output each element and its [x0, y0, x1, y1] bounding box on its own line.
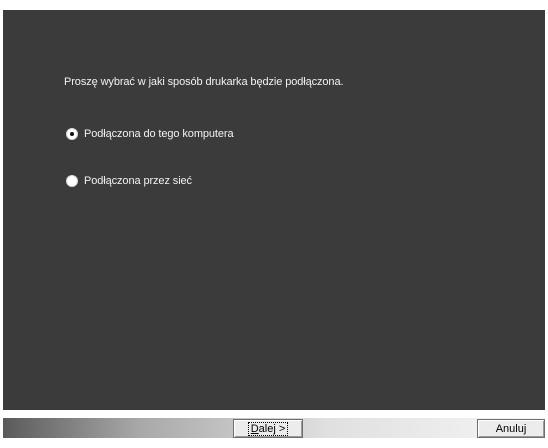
radio-network-icon[interactable] — [66, 175, 78, 187]
option-local-computer-label[interactable]: Podłączona do tego komputera — [84, 128, 234, 140]
next-button-accel: D — [250, 422, 259, 435]
option-local-computer[interactable]: Podłączona do tego komputera — [66, 128, 234, 140]
installer-window: Proszę wybrać w jaki sposób drukarka będ… — [0, 0, 548, 448]
option-network-label[interactable]: Podłączona przez sieć — [84, 175, 192, 187]
connection-prompt: Proszę wybrać w jaki sposób drukarka będ… — [64, 76, 344, 88]
next-button-focus: Dalej > — [247, 421, 289, 436]
button-bar: Dalej > Anuluj — [0, 410, 548, 448]
option-network[interactable]: Podłączona przez sieć — [66, 175, 192, 187]
next-button[interactable]: Dalej > — [233, 419, 303, 438]
content-panel: Proszę wybrać w jaki sposób drukarka będ… — [3, 10, 545, 410]
cancel-button[interactable]: Anuluj — [477, 419, 545, 438]
radio-local-computer-icon[interactable] — [66, 128, 78, 140]
next-button-label: alej > — [258, 422, 286, 435]
